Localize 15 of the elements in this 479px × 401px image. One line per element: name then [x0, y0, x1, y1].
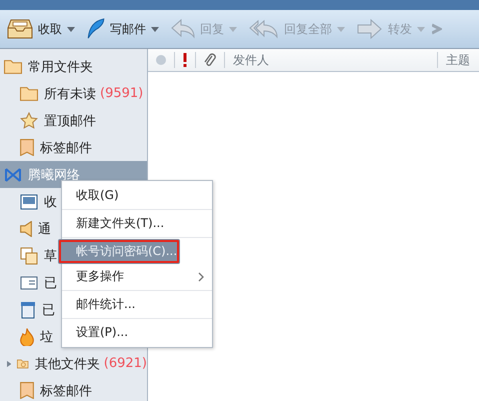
folder-name: 草: [44, 248, 57, 264]
unread-count: (9591): [100, 86, 144, 101]
folder-name: 收: [44, 194, 57, 210]
folder-name: 通: [38, 220, 51, 238]
folder-name: 标签邮件: [40, 140, 92, 156]
folder-name: 已: [44, 274, 57, 292]
folder-name: 所有未读: [44, 86, 96, 102]
folder-name: 已: [42, 302, 55, 318]
folder-name: 标签邮件: [40, 382, 92, 400]
unread-count: (6921): [104, 356, 147, 371]
folder-name: 其他文件夹: [34, 356, 100, 372]
folder-name: 垃: [40, 328, 53, 346]
folder-name: 置顶邮件: [44, 112, 96, 130]
folder-name: 常用文件夹: [28, 58, 93, 76]
folder-name: 腾曦网络: [28, 166, 80, 184]
